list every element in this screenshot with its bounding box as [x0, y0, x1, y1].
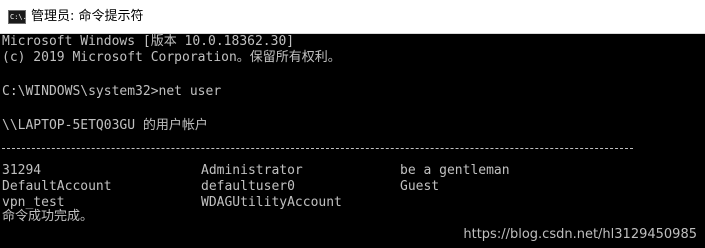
command-prompt-window: C:\. 管理员: 命令提示符 Microsoft Windows [版本 10… — [0, 0, 705, 248]
completion-line: 命令成功完成。 — [2, 209, 94, 224]
user-cell: DefaultAccount — [2, 179, 112, 194]
user-cell: Guest — [400, 179, 440, 194]
cmd-console-icon: C:\. — [8, 10, 27, 24]
watermark-url: https://blog.csdn.net/hl3129450985 — [463, 227, 697, 242]
title-bar[interactable]: C:\. 管理员: 命令提示符 — [0, 0, 705, 34]
user-cell: WDAGUtilityAccount — [201, 195, 342, 210]
user-cell: 31294 — [2, 163, 42, 178]
console-output[interactable]: Microsoft Windows [版本 10.0.18362.30] (c)… — [0, 34, 705, 248]
command-line: C:\WINDOWS\system32>net user — [2, 84, 222, 99]
copyright-line: (c) 2019 Microsoft Corporation。保留所有权利。 — [2, 50, 341, 65]
user-cell: defaultuser0 — [201, 179, 295, 194]
window-title: 管理员: 命令提示符 — [31, 9, 144, 24]
separator-line — [2, 148, 633, 149]
user-cell: vpn_test — [2, 195, 65, 210]
accounts-heading: \\LAPTOP-5ETQ03GU 的用户帐户 — [2, 118, 208, 133]
user-cell: be a gentleman — [400, 163, 510, 178]
version-line: Microsoft Windows [版本 10.0.18362.30] — [2, 34, 295, 49]
user-cell: Administrator — [201, 163, 303, 178]
